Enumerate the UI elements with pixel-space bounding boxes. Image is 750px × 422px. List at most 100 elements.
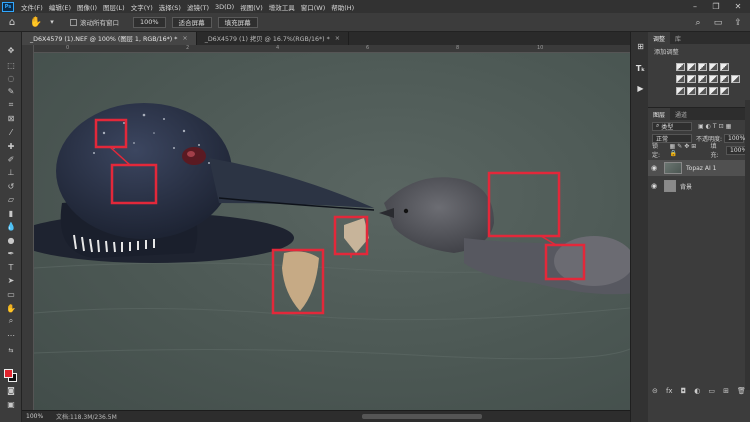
black-white-icon[interactable] bbox=[698, 75, 707, 83]
path-select-icon[interactable]: ➤ bbox=[3, 274, 19, 286]
marquee-tool-icon[interactable]: ⬚ bbox=[3, 59, 19, 71]
fill-input[interactable]: 100% bbox=[726, 145, 747, 155]
close-tab-icon[interactable]: × bbox=[335, 35, 340, 42]
healing-brush-icon[interactable]: ✚ bbox=[3, 140, 19, 152]
quick-mask-icon[interactable]: ◙ bbox=[3, 384, 19, 396]
brightness-icon[interactable] bbox=[676, 63, 685, 71]
adjustments-tabs: 调整 库 bbox=[648, 32, 750, 44]
gradient-tool-icon[interactable]: ▮ bbox=[3, 207, 19, 219]
restore-icon[interactable]: ❐ bbox=[705, 0, 727, 13]
minimize-icon[interactable]: – bbox=[684, 0, 706, 13]
close-tab-icon[interactable]: × bbox=[182, 35, 187, 42]
fx-icon[interactable]: fx bbox=[666, 387, 673, 395]
tab-layers[interactable]: 图层 bbox=[648, 108, 671, 120]
menu-window[interactable]: 窗口(W) bbox=[298, 2, 329, 12]
filter-icons[interactable]: ▣◐T⊡▦ bbox=[698, 123, 733, 130]
tab-channels[interactable]: 通道 bbox=[670, 108, 692, 120]
layer-row-topaz[interactable]: ◉ Topaz AI 1 bbox=[648, 160, 750, 176]
vibrance-icon[interactable] bbox=[720, 63, 729, 71]
menu-filter[interactable]: 滤镜(T) bbox=[184, 2, 212, 12]
menu-3d[interactable]: 3D(D) bbox=[212, 3, 237, 11]
home-icon[interactable]: ⌂ bbox=[4, 14, 20, 30]
hand-tool-icon[interactable]: ✋ bbox=[3, 302, 19, 314]
posterize-icon[interactable] bbox=[687, 87, 696, 95]
menu-select[interactable]: 选择(S) bbox=[156, 2, 184, 12]
photo-filter-icon[interactable] bbox=[709, 75, 718, 83]
menu-file[interactable]: 文件(F) bbox=[18, 2, 46, 12]
status-zoom[interactable]: 100% bbox=[22, 413, 48, 420]
eye-icon[interactable]: ◉ bbox=[648, 164, 660, 172]
hue-saturation-icon[interactable] bbox=[676, 75, 685, 83]
curves-icon[interactable] bbox=[698, 63, 707, 71]
levels-icon[interactable] bbox=[687, 63, 696, 71]
link-icon[interactable]: ⊝ bbox=[652, 387, 658, 395]
threshold-icon[interactable] bbox=[698, 87, 707, 95]
chevron-down-icon[interactable]: ▾ bbox=[44, 14, 60, 30]
invert-icon[interactable] bbox=[676, 87, 685, 95]
selective-color-icon[interactable] bbox=[720, 87, 729, 95]
move-tool-icon[interactable]: ✥ bbox=[3, 44, 19, 56]
workspace-icon[interactable]: ▭ bbox=[710, 13, 726, 32]
zoom-tool-icon[interactable]: ⌕ bbox=[3, 315, 19, 327]
layer-row-background[interactable]: ◉ 背景 bbox=[648, 178, 750, 194]
close-icon[interactable]: ✕ bbox=[727, 0, 749, 13]
play-icon[interactable]: ▶ bbox=[634, 82, 647, 95]
rectangle-tool-icon[interactable]: ▭ bbox=[3, 288, 19, 300]
gradient-map-icon[interactable] bbox=[709, 87, 718, 95]
adjustment-layer-icon[interactable]: ◐ bbox=[694, 387, 700, 395]
eyedropper-tool-icon[interactable]: ⁄ bbox=[3, 126, 19, 138]
fill-screen-button[interactable]: 填充屏幕 bbox=[217, 16, 258, 28]
menu-view[interactable]: 视图(V) bbox=[237, 2, 266, 12]
character-icon[interactable]: Tₖ bbox=[634, 62, 647, 75]
edit-toolbar-icon[interactable]: ⇆ bbox=[3, 344, 19, 356]
horizontal-scrollbar[interactable] bbox=[362, 414, 482, 419]
frame-tool-icon[interactable]: ⊠ bbox=[3, 112, 19, 124]
ruler-tick: 6 bbox=[366, 45, 370, 51]
more-tools-icon[interactable]: ⋯ bbox=[3, 329, 19, 341]
menu-image[interactable]: 图像(I) bbox=[74, 2, 100, 12]
share-icon[interactable]: ⇪ bbox=[730, 13, 746, 32]
tab-adjustments[interactable]: 调整 bbox=[648, 32, 671, 44]
lasso-tool-icon[interactable]: ◌ bbox=[3, 72, 19, 84]
type-tool-icon[interactable]: T bbox=[3, 261, 19, 273]
crop-tool-icon[interactable]: ⌗ bbox=[3, 99, 19, 111]
exposure-icon[interactable] bbox=[709, 63, 718, 71]
menu-plugins[interactable]: 增效工具 bbox=[266, 2, 298, 12]
zoom-input[interactable]: 100% bbox=[133, 16, 166, 28]
color-lookup-icon[interactable] bbox=[731, 75, 740, 83]
scroll-all-checkbox[interactable] bbox=[70, 18, 77, 26]
quick-select-tool-icon[interactable]: ✎ bbox=[3, 85, 19, 97]
mask-icon[interactable]: ◘ bbox=[681, 387, 687, 395]
menu-help[interactable]: 帮助(H) bbox=[328, 2, 357, 12]
search-icon[interactable]: ⌕ bbox=[690, 13, 706, 32]
pen-tool-icon[interactable]: ✒ bbox=[3, 247, 19, 259]
channel-mixer-icon[interactable] bbox=[720, 75, 729, 83]
dodge-tool-icon[interactable]: ● bbox=[3, 234, 19, 246]
blur-tool-icon[interactable]: 💧 bbox=[3, 220, 19, 232]
eraser-tool-icon[interactable]: ▱ bbox=[3, 193, 19, 205]
fit-screen-button[interactable]: 适合屏幕 bbox=[171, 16, 212, 28]
tab-document-2[interactable]: _D6X4579 (1) 拷贝 @ 16.7%(RGB/16*) * × bbox=[197, 32, 350, 45]
adjustment-icons-row-1 bbox=[648, 63, 750, 71]
folder-icon[interactable]: ▭ bbox=[708, 387, 715, 395]
menu-edit[interactable]: 编辑(E) bbox=[46, 2, 74, 12]
tab-libraries[interactable]: 库 bbox=[670, 32, 686, 44]
screen-mode-icon[interactable]: ▣ bbox=[3, 398, 19, 410]
new-layer-icon[interactable]: ⊞ bbox=[723, 387, 729, 395]
clone-stamp-icon[interactable]: ⊥ bbox=[3, 166, 19, 178]
opacity-input[interactable]: 100% bbox=[724, 133, 745, 143]
tab-document-1[interactable]: _D6X4579 (1).NEF @ 100% (图层 1, RGB/16*) … bbox=[22, 32, 197, 45]
menu-type[interactable]: 文字(Y) bbox=[128, 2, 156, 12]
kind-filter-select[interactable]: ⌕ 类型 bbox=[652, 121, 692, 131]
lock-icons[interactable]: ▦✎✥⊞🔒 bbox=[670, 143, 707, 157]
menu-layer[interactable]: 图层(L) bbox=[100, 2, 128, 12]
panel-scrollbar[interactable] bbox=[745, 100, 750, 390]
eye-icon[interactable]: ◉ bbox=[648, 182, 660, 190]
history-brush-icon[interactable]: ↺ bbox=[3, 180, 19, 192]
brush-tool-icon[interactable]: ✐ bbox=[3, 153, 19, 165]
hand-tool-icon[interactable]: ✋ bbox=[28, 14, 44, 30]
color-balance-icon[interactable] bbox=[687, 75, 696, 83]
image-canvas[interactable] bbox=[34, 53, 630, 410]
properties-icon[interactable]: ⊞ bbox=[634, 40, 647, 53]
foreground-color-swatch[interactable] bbox=[4, 369, 13, 378]
